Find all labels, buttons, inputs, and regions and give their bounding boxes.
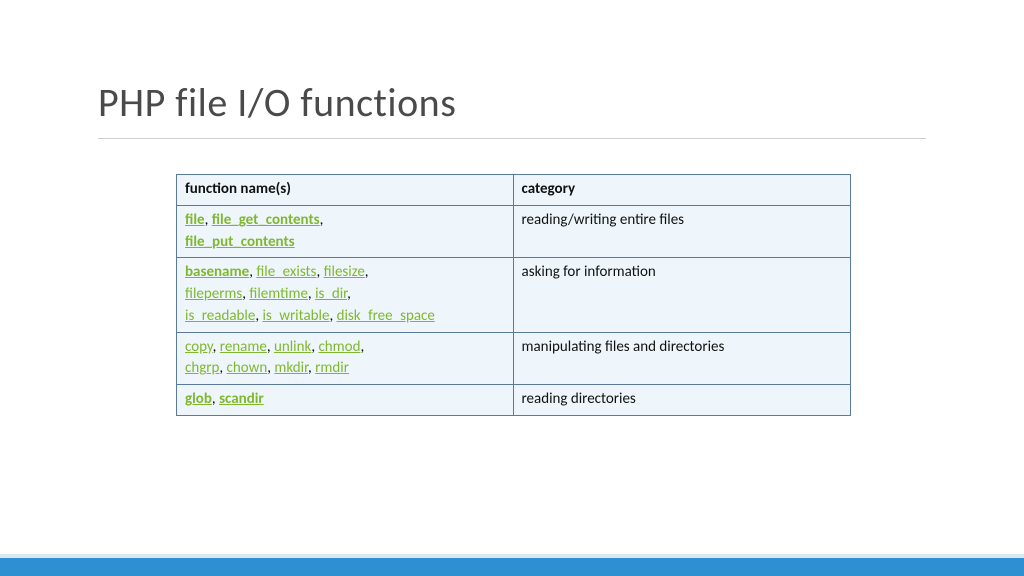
separator: , <box>219 359 226 377</box>
functions-cell: glob, scandir <box>177 385 514 416</box>
functions-cell: copy, rename, unlink, chmod, chgrp, chow… <box>177 332 514 385</box>
function-link[interactable]: file_get_contents <box>212 211 320 229</box>
separator: , <box>316 263 323 281</box>
functions-cell: basename, file_exists, filesize, fileper… <box>177 258 514 332</box>
separator: , <box>365 263 369 281</box>
table-row: copy, rename, unlink, chmod, chgrp, chow… <box>177 332 851 385</box>
category-cell: manipulating files and directories <box>513 332 850 385</box>
slide: PHP file I/O functions function name(s) … <box>0 0 1024 576</box>
function-link[interactable]: fileperms <box>185 285 242 303</box>
separator: , <box>329 307 336 325</box>
table-row: basename, file_exists, filesize, fileper… <box>177 258 851 332</box>
title-underline <box>98 138 926 139</box>
function-link[interactable]: rmdir <box>315 359 349 377</box>
footer-bar-inner <box>0 558 1024 576</box>
function-link[interactable]: unlink <box>274 338 311 356</box>
separator: , <box>212 390 219 408</box>
separator: , <box>205 211 212 229</box>
table-row: glob, scandirreading directories <box>177 385 851 416</box>
category-cell: asking for information <box>513 258 850 332</box>
function-link[interactable]: basename <box>185 263 249 281</box>
function-link[interactable]: is_dir <box>315 285 347 303</box>
function-link[interactable]: chmod <box>318 338 360 356</box>
function-link[interactable]: copy <box>185 338 213 356</box>
header-functions: function name(s) <box>177 175 514 206</box>
separator: , <box>347 285 351 303</box>
function-link[interactable]: filemtime <box>249 285 308 303</box>
function-link[interactable]: file_exists <box>256 263 316 281</box>
functions-cell: file, file_get_contents, file_put_conten… <box>177 205 514 258</box>
category-cell: reading/writing entire files <box>513 205 850 258</box>
header-category: category <box>513 175 850 206</box>
function-link[interactable]: scandir <box>219 390 264 408</box>
function-link[interactable]: is_readable <box>185 307 255 325</box>
function-link[interactable]: file <box>185 211 205 229</box>
function-link[interactable]: disk_free_space <box>337 307 435 325</box>
functions-table: function name(s) category file, file_get… <box>176 174 851 416</box>
function-link[interactable]: rename <box>220 338 267 356</box>
function-link[interactable]: glob <box>185 390 212 408</box>
slide-title: PHP file I/O functions <box>98 78 456 127</box>
function-link[interactable]: mkdir <box>274 359 308 377</box>
table-row: file, file_get_contents, file_put_conten… <box>177 205 851 258</box>
function-link[interactable]: is_writable <box>262 307 329 325</box>
table-header-row: function name(s) category <box>177 175 851 206</box>
separator: , <box>320 211 324 229</box>
function-link[interactable]: chgrp <box>185 359 219 377</box>
separator: , <box>308 285 315 303</box>
separator: , <box>267 338 274 356</box>
separator: , <box>360 338 364 356</box>
function-link[interactable]: filesize <box>324 263 365 281</box>
function-link[interactable]: chown <box>227 359 268 377</box>
category-cell: reading directories <box>513 385 850 416</box>
separator: , <box>213 338 220 356</box>
function-link[interactable]: file_put_contents <box>185 233 295 251</box>
